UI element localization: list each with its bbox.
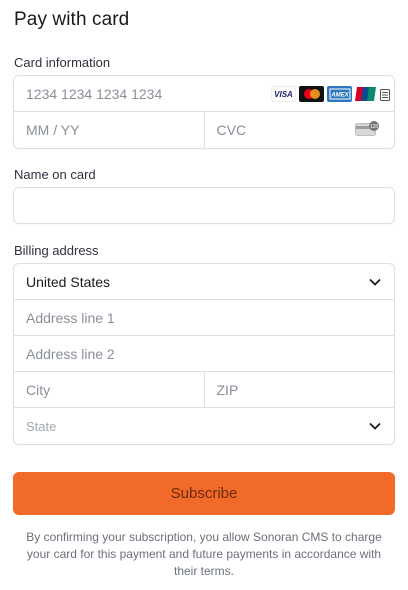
zip-placeholder: ZIP: [216, 381, 239, 398]
unionpay-icon: [355, 86, 377, 102]
state-placeholder: State: [26, 418, 57, 434]
card-information-label: Card information: [14, 55, 111, 70]
card-number-row[interactable]: 1234 1234 1234 1234 VISA AMEX: [14, 76, 394, 112]
city-placeholder: City: [26, 381, 51, 398]
address-line1-cell: Address line 1: [14, 300, 394, 335]
name-on-card-input[interactable]: [13, 187, 395, 224]
address-line1-placeholder: Address line 1: [26, 309, 115, 326]
address-line2-field[interactable]: Address line 2: [14, 336, 394, 372]
svg-text:AMEX: AMEX: [330, 93, 349, 99]
page-title: Pay with card: [14, 9, 130, 30]
subscribe-button[interactable]: Subscribe: [13, 472, 395, 515]
country-value: United States: [26, 273, 111, 290]
chevron-down-icon: [369, 278, 381, 286]
amex-icon: AMEX: [327, 86, 352, 102]
state-select[interactable]: State: [14, 408, 394, 444]
mastercard-icon: [299, 86, 324, 102]
card-expiry-cvc-row: MM / YY CVC 135: [14, 112, 394, 148]
address-line2-cell: Address line 2: [14, 336, 394, 371]
city-field[interactable]: City: [14, 372, 204, 407]
card-information-group: 1234 1234 1234 1234 VISA AMEX MM / YY CV…: [13, 75, 395, 149]
zip-field[interactable]: ZIP: [203, 372, 395, 407]
card-brands: VISA AMEX: [271, 86, 390, 102]
card-number-placeholder: 1234 1234 1234 1234: [26, 85, 163, 102]
country-cell: United States: [14, 264, 394, 299]
billing-address-group: United States Address line 1 Address lin…: [13, 263, 395, 445]
city-zip-row: City ZIP: [14, 372, 394, 408]
state-cell: State: [14, 408, 394, 444]
cvc-field[interactable]: CVC 135: [203, 112, 395, 148]
expiry-placeholder: MM / YY: [26, 122, 80, 138]
terms-text: By confirming your subscription, you all…: [26, 530, 382, 578]
chevron-down-icon: [369, 422, 381, 430]
cvc-card-icon: 135: [355, 121, 380, 142]
country-select[interactable]: United States: [14, 264, 394, 300]
address-line2-placeholder: Address line 2: [26, 345, 115, 362]
address-line1-field[interactable]: Address line 1: [14, 300, 394, 336]
billing-address-label: Billing address: [14, 243, 99, 258]
svg-text:135: 135: [370, 124, 379, 130]
more-brands-icon: [380, 88, 390, 101]
name-on-card-label: Name on card: [14, 167, 96, 182]
expiry-field[interactable]: MM / YY: [14, 112, 204, 148]
cvc-placeholder: CVC: [216, 122, 247, 138]
visa-icon: VISA: [271, 86, 296, 102]
